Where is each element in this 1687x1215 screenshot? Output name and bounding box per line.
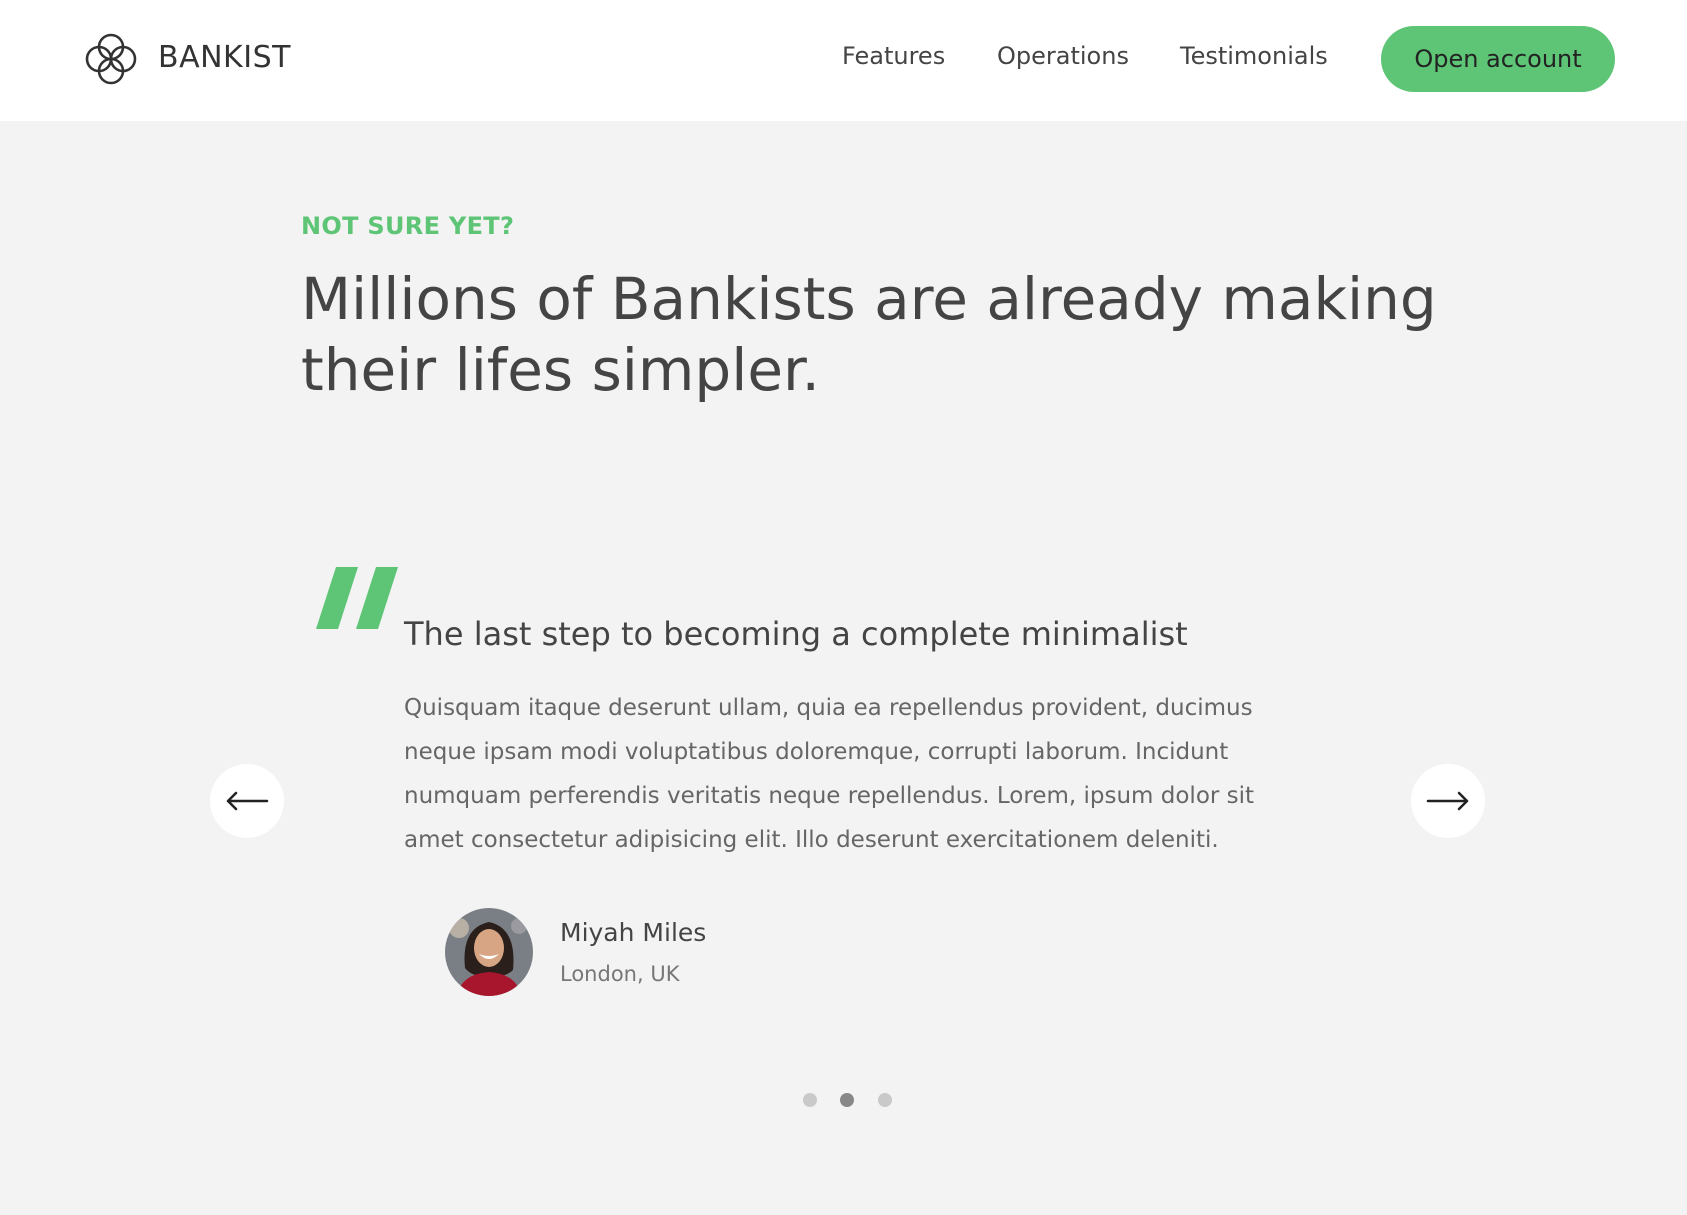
quote-icon <box>316 567 398 629</box>
navbar: BANKIST Features Operations Testimonials… <box>0 0 1687 121</box>
testimonial-body: Quisquam itaque deserunt ullam, quia ea … <box>404 695 1255 853</box>
avatar <box>445 908 533 996</box>
nav-link-testimonials[interactable]: Testimonials <box>1180 42 1328 70</box>
testimonial-title: The last step to becoming a complete min… <box>404 615 1188 653</box>
author-location: London, UK <box>560 962 680 986</box>
slider-prev-button[interactable] <box>210 764 284 838</box>
brand-name[interactable]: BANKIST <box>158 40 291 75</box>
slider-dot-2[interactable] <box>840 1093 854 1107</box>
section-eyebrow: NOT SURE YET? <box>301 212 515 240</box>
arrow-right-icon <box>1426 791 1469 811</box>
author-name: Miyah Miles <box>560 918 707 947</box>
arrow-left-icon <box>226 791 269 811</box>
section-headline: Millions of Bankists are already making … <box>301 265 1437 404</box>
open-account-button[interactable]: Open account <box>1381 26 1615 92</box>
nav-link-features[interactable]: Features <box>842 42 945 70</box>
slider-next-button[interactable] <box>1411 764 1485 838</box>
slider-dot-3[interactable] <box>878 1093 892 1107</box>
nav-link-operations[interactable]: Operations <box>997 42 1129 70</box>
bankist-logo-icon[interactable] <box>80 28 142 90</box>
slider-dot-1[interactable] <box>803 1093 817 1107</box>
